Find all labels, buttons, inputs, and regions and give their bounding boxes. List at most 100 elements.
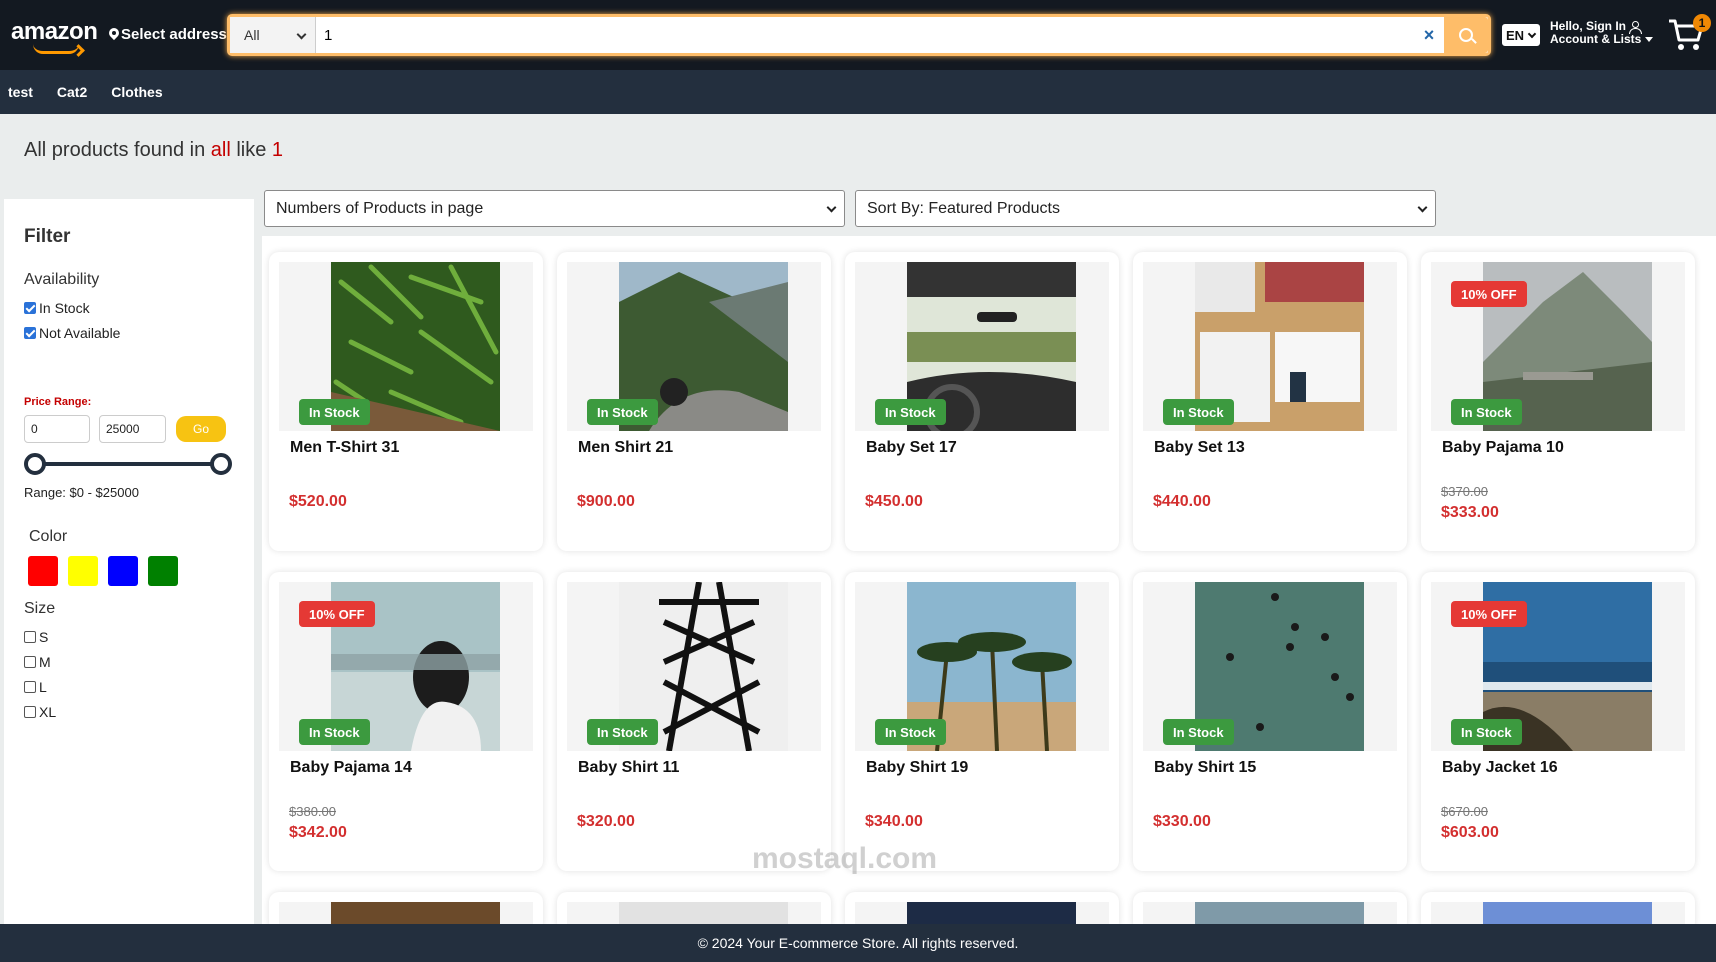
product-price: $900.00 <box>577 493 635 510</box>
not-available-checkbox[interactable]: Not Available <box>24 325 120 341</box>
in-stock-label: In Stock <box>39 300 90 316</box>
size-label-l: L <box>39 679 47 695</box>
size-label: Size <box>24 600 56 617</box>
nav-item-test[interactable]: test <box>8 84 33 100</box>
results-heading: All products found in all like 1 <box>24 139 283 162</box>
product-card[interactable]: In Stock Men Shirt 21 $900.00 <box>557 252 831 551</box>
product-price: $320.00 <box>577 813 635 830</box>
checkbox-checked-icon <box>24 302 36 314</box>
size-checkbox-m[interactable]: M <box>24 654 51 670</box>
size-checkbox-xl[interactable]: XL <box>24 704 56 720</box>
product-card[interactable]: In Stock Men T-Shirt 31 $520.00 <box>269 252 543 551</box>
product-price: $342.00 <box>289 824 347 841</box>
product-image-area: In Stock <box>1143 262 1397 431</box>
product-card[interactable]: 10% OFF In Stock Baby Pajama 14 $380.00 … <box>269 572 543 871</box>
size-label-s: S <box>39 629 49 645</box>
select-address[interactable]: Select address <box>109 26 227 43</box>
caret-down-icon <box>1645 37 1654 42</box>
search-category-select[interactable]: All <box>230 17 316 53</box>
account-menu[interactable]: Hello, Sign In Account & Lists <box>1550 20 1654 46</box>
in-stock-badge: In Stock <box>587 719 658 745</box>
results-query: 1 <box>271 139 284 161</box>
in-stock-checkbox[interactable]: In Stock <box>24 300 90 316</box>
watermark: mostaql.com <box>752 842 938 875</box>
product-name[interactable]: Baby Set 13 <box>1154 439 1245 457</box>
language-value: EN <box>1506 27 1525 43</box>
search-bar: All × <box>227 14 1491 56</box>
checkbox-icon <box>24 681 36 693</box>
checkbox-checked-icon <box>24 327 36 339</box>
product-card[interactable]: In Stock Baby Shirt 19 $340.00 <box>845 572 1119 871</box>
products-per-page-select[interactable]: Numbers of Products in page <box>264 190 845 227</box>
chevron-down-icon <box>296 29 307 40</box>
price-slider-max-handle[interactable] <box>210 453 232 475</box>
chevron-down-icon <box>1527 29 1537 38</box>
footer: © 2024 Your E-commerce Store. All rights… <box>0 924 1716 962</box>
checkbox-icon <box>24 706 36 718</box>
language-select[interactable]: EN <box>1502 24 1540 46</box>
size-checkbox-l[interactable]: L <box>24 679 47 695</box>
search-input[interactable] <box>316 17 1414 53</box>
product-price: $340.00 <box>865 813 923 830</box>
nav-item-clothes[interactable]: Clothes <box>111 84 162 100</box>
color-swatch-blue[interactable] <box>108 556 138 586</box>
max-price-input[interactable]: 25000 <box>99 415 166 443</box>
product-name[interactable]: Baby Shirt 15 <box>1154 759 1256 777</box>
product-card[interactable]: 10% OFF In Stock Baby Jacket 16 $670.00 … <box>1421 572 1695 871</box>
in-stock-badge: In Stock <box>1163 719 1234 745</box>
sort-value: Sort By: Featured Products <box>867 199 1060 217</box>
in-stock-badge: In Stock <box>299 399 370 425</box>
top-header: amazon Select address All × EN Hello, Si… <box>0 0 1716 70</box>
size-checkbox-s[interactable]: S <box>24 629 48 645</box>
price-slider-min-handle[interactable] <box>24 453 46 475</box>
product-name[interactable]: Baby Pajama 14 <box>290 759 412 777</box>
discount-badge: 10% OFF <box>1451 281 1527 307</box>
product-card[interactable]: 10% OFF In Stock Baby Pajama 10 $370.00 … <box>1421 252 1695 551</box>
search-button[interactable] <box>1444 17 1488 53</box>
chevron-down-icon <box>1417 202 1428 213</box>
category-nav: test Cat2 Clothes <box>0 70 1716 114</box>
checkbox-icon <box>24 631 36 643</box>
product-image-area: In Stock <box>279 262 533 431</box>
logo-text: amazon <box>11 18 98 45</box>
nav-item-cat2[interactable]: Cat2 <box>57 84 87 100</box>
results-category: all <box>210 139 231 161</box>
logo-smile-icon <box>33 44 79 54</box>
product-card[interactable]: In Stock Baby Set 13 $440.00 <box>1133 252 1407 551</box>
in-stock-badge: In Stock <box>1163 399 1234 425</box>
product-card[interactable]: In Stock Baby Shirt 15 $330.00 <box>1133 572 1407 871</box>
results-prefix: All products found in <box>24 139 211 161</box>
color-swatch-red[interactable] <box>28 556 58 586</box>
product-name[interactable]: Baby Set 17 <box>866 439 957 457</box>
amazon-logo[interactable]: amazon <box>11 18 98 54</box>
product-name[interactable]: Men Shirt 21 <box>578 439 673 457</box>
price-go-button[interactable]: Go <box>176 416 226 442</box>
product-image-area: In Stock <box>1143 582 1397 751</box>
color-swatch-yellow[interactable] <box>68 556 98 586</box>
product-name[interactable]: Baby Pajama 10 <box>1442 439 1564 457</box>
sort-select[interactable]: Sort By: Featured Products <box>855 190 1436 227</box>
clear-search-icon[interactable]: × <box>1414 17 1444 53</box>
in-stock-badge: In Stock <box>1451 399 1522 425</box>
min-price-input[interactable]: 0 <box>24 415 90 443</box>
in-stock-badge: In Stock <box>299 719 370 745</box>
product-name[interactable]: Baby Shirt 19 <box>866 759 968 777</box>
footer-copyright: © 2024 Your E-commerce Store. All rights… <box>697 935 1019 951</box>
filter-sidebar: Filter Availability In Stock Not Availab… <box>4 199 254 924</box>
original-price: $670.00 <box>1441 804 1488 819</box>
in-stock-badge: In Stock <box>875 399 946 425</box>
product-name[interactable]: Men T-Shirt 31 <box>290 439 399 457</box>
original-price: $370.00 <box>1441 484 1488 499</box>
chevron-down-icon <box>826 202 837 213</box>
location-pin-icon <box>109 28 119 42</box>
product-card[interactable]: In Stock Baby Shirt 11 $320.00 <box>557 572 831 871</box>
product-image-area: 10% OFF In Stock <box>1431 582 1685 751</box>
not-available-label: Not Available <box>39 325 121 341</box>
price-slider-track[interactable] <box>34 462 224 466</box>
product-name[interactable]: Baby Jacket 16 <box>1442 759 1558 777</box>
product-image-area: In Stock <box>567 262 821 431</box>
in-stock-badge: In Stock <box>1451 719 1522 745</box>
product-card[interactable]: In Stock Baby Set 17 $450.00 <box>845 252 1119 551</box>
color-swatch-green[interactable] <box>148 556 178 586</box>
product-name[interactable]: Baby Shirt 11 <box>578 759 679 777</box>
